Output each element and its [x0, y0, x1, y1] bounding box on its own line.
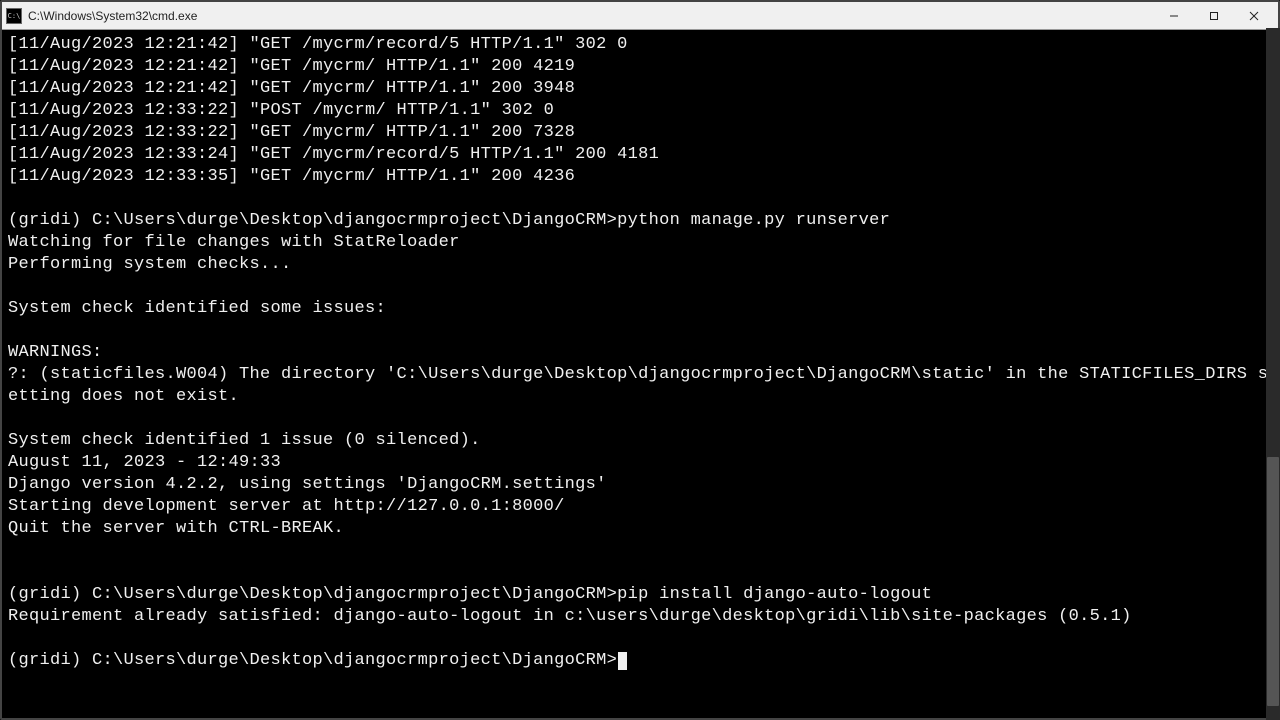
terminal-line: [11/Aug/2023 12:33:22] "POST /mycrm/ HTT… — [8, 100, 1272, 122]
minimize-button[interactable] — [1154, 4, 1194, 28]
terminal-line — [8, 276, 1272, 298]
terminal-line: [11/Aug/2023 12:33:22] "GET /mycrm/ HTTP… — [8, 122, 1272, 144]
maximize-button[interactable] — [1194, 4, 1234, 28]
terminal-line — [8, 188, 1272, 210]
terminal-line: [11/Aug/2023 12:33:24] "GET /mycrm/recor… — [8, 144, 1272, 166]
terminal-line: [11/Aug/2023 12:21:42] "GET /mycrm/ HTTP… — [8, 56, 1272, 78]
window-controls — [1154, 4, 1274, 28]
terminal-line: (gridi) C:\Users\durge\Desktop\djangocrm… — [8, 650, 1272, 672]
terminal-line: [11/Aug/2023 12:33:35] "GET /mycrm/ HTTP… — [8, 166, 1272, 188]
terminal-line: Starting development server at http://12… — [8, 496, 1272, 518]
vertical-scrollbar[interactable] — [1266, 28, 1280, 720]
cmd-icon — [6, 8, 22, 24]
terminal-line — [8, 408, 1272, 430]
terminal-line: [11/Aug/2023 12:21:42] "GET /mycrm/ HTTP… — [8, 78, 1272, 100]
window-title: C:\Windows\System32\cmd.exe — [28, 9, 1154, 23]
terminal-line: [11/Aug/2023 12:21:42] "GET /mycrm/recor… — [8, 34, 1272, 56]
terminal-line — [8, 320, 1272, 342]
terminal-output[interactable]: [11/Aug/2023 12:21:42] "GET /mycrm/recor… — [2, 30, 1278, 718]
terminal-line: Django version 4.2.2, using settings 'Dj… — [8, 474, 1272, 496]
terminal-line: Quit the server with CTRL-BREAK. — [8, 518, 1272, 540]
window-titlebar: C:\Windows\System32\cmd.exe — [2, 2, 1278, 30]
terminal-line — [8, 628, 1272, 650]
terminal-line: (gridi) C:\Users\durge\Desktop\djangocrm… — [8, 210, 1272, 232]
close-button[interactable] — [1234, 4, 1274, 28]
terminal-line: WARNINGS: — [8, 342, 1272, 364]
terminal-line: (gridi) C:\Users\durge\Desktop\djangocrm… — [8, 584, 1272, 606]
scrollbar-thumb[interactable] — [1267, 457, 1279, 706]
terminal-line: System check identified some issues: — [8, 298, 1272, 320]
terminal-line — [8, 540, 1272, 562]
terminal-line: Watching for file changes with StatReloa… — [8, 232, 1272, 254]
terminal-line: Requirement already satisfied: django-au… — [8, 606, 1272, 628]
terminal-line: Performing system checks... — [8, 254, 1272, 276]
cursor — [618, 652, 627, 670]
terminal-line — [8, 562, 1272, 584]
terminal-line: ?: (staticfiles.W004) The directory 'C:\… — [8, 364, 1272, 408]
terminal-line: August 11, 2023 - 12:49:33 — [8, 452, 1272, 474]
terminal-line: System check identified 1 issue (0 silen… — [8, 430, 1272, 452]
